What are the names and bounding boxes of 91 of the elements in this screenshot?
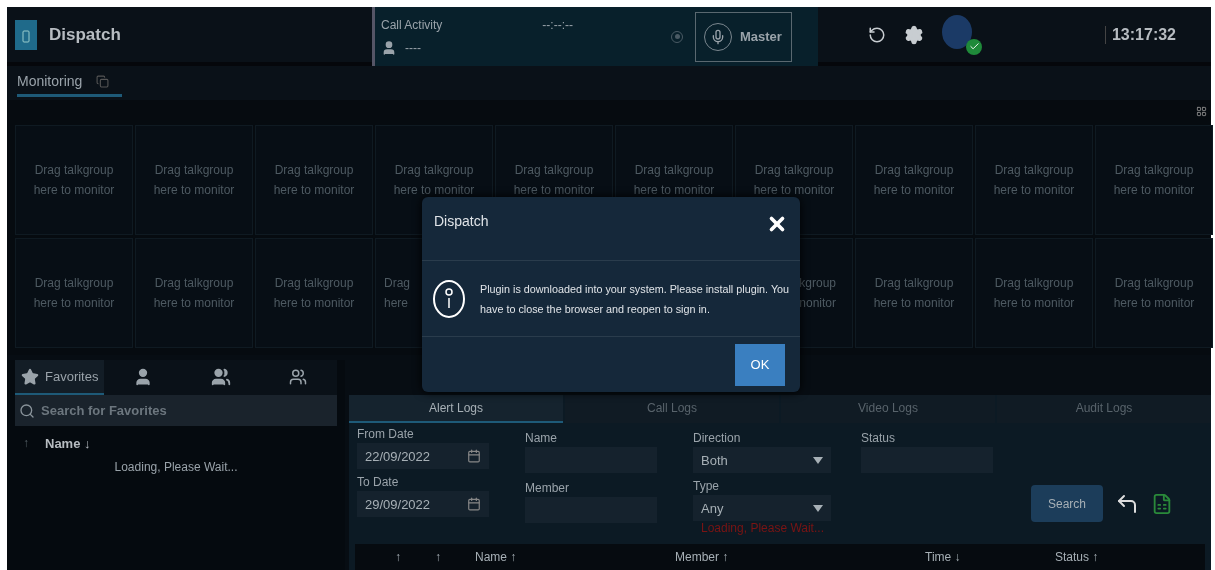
type-select[interactable]: Any <box>693 495 831 521</box>
slot-hint: here to monitor <box>273 182 355 199</box>
slot-hint: here to monitor <box>753 182 835 199</box>
user-avatar-icon[interactable] <box>942 14 982 55</box>
slot-hint: Drag talkgroup <box>394 162 474 179</box>
column-header[interactable]: Time ↓ <box>925 550 1055 564</box>
field-label: From Date <box>357 427 415 441</box>
group-icon <box>210 366 231 387</box>
caller-name: ---- <box>405 40 421 55</box>
calendar-icon[interactable] <box>467 449 481 463</box>
slot-hint: here to monitor <box>993 182 1075 199</box>
slot-hint: Drag talkgroup <box>874 162 954 179</box>
field-label: Member <box>525 481 570 495</box>
date-field[interactable]: 22/09/2022 <box>357 443 489 469</box>
star-icon <box>21 367 39 386</box>
field-label: Type <box>693 479 720 493</box>
slot-hint: here to monitor <box>1113 295 1195 312</box>
direction-select[interactable]: Both <box>693 447 831 473</box>
slot-hint: here to monitor <box>33 295 115 312</box>
contacts-tab[interactable] <box>104 360 182 395</box>
loading-text: Loading, Please Wait... <box>114 460 238 474</box>
contacts-tab[interactable]: Favorites <box>15 360 105 395</box>
slot-hint: Drag talkgroup <box>154 275 234 292</box>
contacts-tab[interactable] <box>259 360 337 395</box>
slot-hint: here to monitor <box>393 182 475 199</box>
person-icon <box>381 39 397 56</box>
slot-hint: Drag talkgroup <box>1114 162 1194 179</box>
slot-hint: Drag talkgroup <box>34 162 114 179</box>
info-icon <box>432 278 466 319</box>
grid-layout-icon[interactable] <box>1196 106 1207 117</box>
column-header[interactable]: Name ↑ <box>475 550 675 564</box>
excel-export-icon[interactable] <box>1151 492 1173 515</box>
app-title: Dispatch <box>49 24 121 45</box>
slot-hint: nonitor <box>799 295 836 312</box>
slot-hint: here to monitor <box>513 182 595 199</box>
sort-arrow: ↑ <box>23 436 29 451</box>
field-label: Direction <box>693 431 742 445</box>
slot-hint: here to monitor <box>633 182 715 199</box>
search-field[interactable]: Search for Favorites <box>39 402 333 419</box>
history-icon[interactable] <box>868 25 886 44</box>
column-header[interactable]: ↑ <box>395 550 435 564</box>
group-download-icon <box>289 367 308 386</box>
slot-hint: Drag talkgroup <box>634 162 714 179</box>
master-button[interactable]: Master <box>695 11 792 62</box>
log-tab[interactable]: Alert Logs <box>349 395 563 423</box>
slot-hint: here to monitor <box>993 295 1075 312</box>
dropdown-icon <box>813 456 823 464</box>
slot-hint: Drag talkgroup <box>1114 275 1194 292</box>
date-field[interactable]: 29/09/2022 <box>357 491 489 517</box>
call-timer: --:--:-- <box>542 17 573 32</box>
slot-hint: Drag talkgroup <box>34 275 114 292</box>
slot-hint: here to monitor <box>33 182 115 199</box>
clock: 13:17:32 <box>1104 25 1176 44</box>
error-text: Loading, Please Wait... <box>700 521 825 535</box>
slot-hint: here to monitor <box>153 295 235 312</box>
slot-hint: Drag talkgroup <box>994 275 1074 292</box>
slot-hint: here to monitor <box>153 182 235 199</box>
slot-hint: Drag talkgroup <box>274 162 354 179</box>
windows-icon <box>96 74 110 88</box>
slot-hint: Drag talkgroup <box>514 162 594 179</box>
search-bar[interactable]: Search for Favorites <box>15 395 337 426</box>
slot-hint: Drag talkgroup <box>154 162 234 179</box>
slot-hint: Drag <box>384 275 410 292</box>
slot-hint: here to monitor <box>873 295 955 312</box>
radio-logo-icon <box>15 19 37 50</box>
field-label: Status <box>861 431 897 445</box>
column-header[interactable]: Member ↑ <box>675 550 925 564</box>
call-activity-label: Call Activity <box>381 17 443 32</box>
settings-icon[interactable] <box>904 24 924 45</box>
slot-hint: Drag talkgroup <box>874 275 954 292</box>
field-label: To Date <box>357 475 400 489</box>
slot-hint: here <box>384 295 409 312</box>
search-button[interactable]: Search <box>1031 485 1103 522</box>
search-icon <box>19 402 35 419</box>
slot-hint: kgroup <box>799 275 836 292</box>
column-header[interactable]: Name ↓ <box>45 436 91 451</box>
field-label: Name <box>525 431 558 445</box>
monitoring-tab[interactable]: Monitoring <box>17 69 122 97</box>
dropdown-icon <box>813 504 823 512</box>
slot-hint: here to monitor <box>1113 182 1195 199</box>
slot-hint: Drag talkgroup <box>274 275 354 292</box>
dialog-message: Plugin is downloaded into your system. Please install plugin. You have to close the browser and reopen to sign in. <box>480 281 791 317</box>
slot-hint: Drag talkgroup <box>994 162 1074 179</box>
column-header[interactable]: ↑ <box>435 550 475 564</box>
slot-hint: here to monitor <box>873 182 955 199</box>
column-header[interactable]: Status ↑ <box>1055 550 1205 564</box>
slot-hint: Drag talkgroup <box>754 162 834 179</box>
ok-button[interactable]: OK <box>735 343 785 386</box>
slot-hint: here to monitor <box>273 295 355 312</box>
calendar-icon[interactable] <box>467 497 481 511</box>
dialog-title: Dispatch <box>434 213 489 231</box>
